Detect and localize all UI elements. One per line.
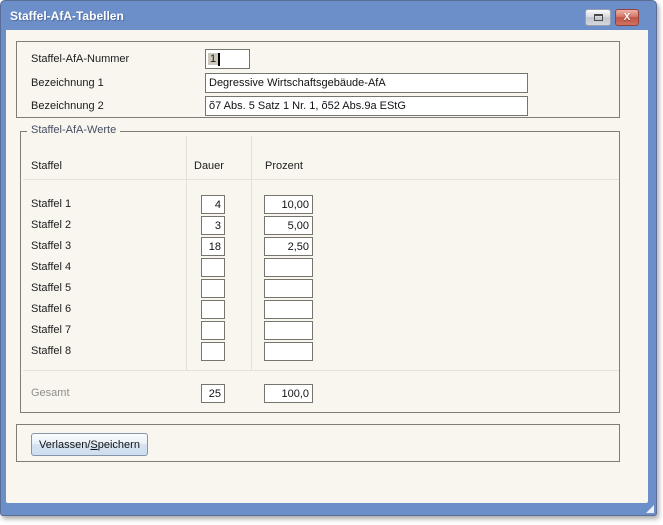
staffel-4-prozent-input[interactable] — [264, 258, 313, 277]
staffel-4-dauer-input[interactable] — [201, 258, 225, 277]
table-row: Staffel 2 — [21, 216, 619, 235]
staffel-5-label: Staffel 5 — [31, 279, 71, 298]
window-controls: X — [585, 9, 639, 26]
staffel-afa-werte-groupbox: Staffel-AfA-Werte Staffel Dauer Prozent … — [20, 131, 620, 413]
staffel-8-prozent-input[interactable] — [264, 342, 313, 361]
total-separator — [23, 370, 619, 371]
staffel-7-prozent-input[interactable] — [264, 321, 313, 340]
staffel-2-prozent-input[interactable] — [264, 216, 313, 235]
table-row: Staffel 1 — [21, 195, 619, 214]
gesamt-label: Gesamt — [31, 384, 70, 403]
save-label-post: peichern — [98, 439, 140, 451]
dialog-window: Staffel-AfA-Tabellen X Staffel-AfA-Numme… — [0, 0, 657, 516]
staffel-4-label: Staffel 4 — [31, 258, 71, 277]
staffel-7-dauer-input[interactable] — [201, 321, 225, 340]
staffel-6-label: Staffel 6 — [31, 300, 71, 319]
window-title: Staffel-AfA-Tabellen — [1, 9, 124, 23]
close-icon: X — [624, 12, 631, 23]
footer-panel: Verlassen/Speichern — [16, 424, 620, 462]
nummer-value: 1 — [208, 53, 218, 65]
staffel-8-dauer-input[interactable] — [201, 342, 225, 361]
column-header-dauer: Dauer — [194, 160, 224, 172]
column-header-staffel: Staffel — [31, 160, 62, 172]
save-label-accel: S — [90, 439, 97, 451]
staffel-7-label: Staffel 7 — [31, 321, 71, 340]
table-row: Staffel 8 — [21, 342, 619, 361]
gesamt-dauer-value — [201, 384, 225, 403]
header-separator — [23, 179, 619, 180]
staffel-5-prozent-input[interactable] — [264, 279, 313, 298]
bezeichnung-1-label: Bezeichnung 1 — [31, 73, 104, 93]
table-row: Staffel 5 — [21, 279, 619, 298]
staffel-3-label: Staffel 3 — [31, 237, 71, 256]
save-label-pre: Verlassen/ — [39, 439, 90, 451]
bezeichnung-2-label: Bezeichnung 2 — [31, 96, 104, 116]
staffel-5-dauer-input[interactable] — [201, 279, 225, 298]
bezeichnung-2-input[interactable] — [205, 96, 528, 116]
total-row: Gesamt — [21, 384, 619, 403]
table-row: Staffel 7 — [21, 321, 619, 340]
column-header-prozent: Prozent — [265, 160, 303, 172]
staffel-1-label: Staffel 1 — [31, 195, 71, 214]
bezeichnung-1-input[interactable] — [205, 73, 528, 93]
resize-grip[interactable] — [646, 505, 654, 513]
restore-button[interactable] — [585, 9, 611, 26]
titlebar[interactable]: Staffel-AfA-Tabellen X — [1, 1, 656, 30]
table-row: Staffel 6 — [21, 300, 619, 319]
gesamt-prozent-value — [264, 384, 313, 403]
verlassen-speichern-button[interactable]: Verlassen/Speichern — [31, 433, 148, 456]
header-fields-panel: Staffel-AfA-Nummer 1 Bezeichnung 1 Bezei… — [16, 41, 620, 118]
staffel-afa-nummer-input[interactable]: 1 — [205, 49, 250, 69]
staffel-2-label: Staffel 2 — [31, 216, 71, 235]
restore-icon — [594, 14, 603, 21]
staffel-1-prozent-input[interactable] — [264, 195, 313, 214]
staffel-6-prozent-input[interactable] — [264, 300, 313, 319]
dialog-client-area: Staffel-AfA-Nummer 1 Bezeichnung 1 Bezei… — [6, 30, 648, 503]
table-row: Staffel 3 — [21, 237, 619, 256]
staffel-afa-nummer-label: Staffel-AfA-Nummer — [31, 49, 129, 69]
text-caret — [218, 53, 220, 66]
staffel-8-label: Staffel 8 — [31, 342, 71, 361]
staffel-3-prozent-input[interactable] — [264, 237, 313, 256]
close-button[interactable]: X — [615, 9, 639, 26]
staffel-3-dauer-input[interactable] — [201, 237, 225, 256]
staffel-1-dauer-input[interactable] — [201, 195, 225, 214]
groupbox-title: Staffel-AfA-Werte — [27, 124, 120, 136]
table-row: Staffel 4 — [21, 258, 619, 277]
staffel-2-dauer-input[interactable] — [201, 216, 225, 235]
staffel-6-dauer-input[interactable] — [201, 300, 225, 319]
